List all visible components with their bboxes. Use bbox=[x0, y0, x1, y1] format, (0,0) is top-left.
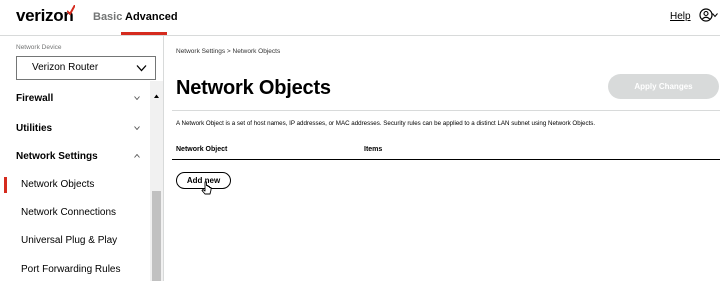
logo-check-icon bbox=[67, 5, 75, 15]
sidebar: Network Device Verizon Router Firewall U… bbox=[0, 36, 163, 281]
breadcrumb[interactable]: Network Settings > Network Objects bbox=[176, 48, 280, 55]
device-select-value: Verizon Router bbox=[32, 62, 99, 73]
divider bbox=[172, 110, 720, 111]
table-header-divider bbox=[172, 159, 720, 160]
tab-advanced[interactable]: Advanced bbox=[125, 11, 178, 23]
chevron-down-icon bbox=[136, 65, 147, 72]
chevron-up-icon[interactable] bbox=[134, 154, 140, 158]
column-header-items: Items bbox=[364, 146, 383, 153]
sidebar-divider bbox=[163, 36, 164, 281]
scrollbar-thumb[interactable] bbox=[152, 191, 161, 281]
chevron-down-icon[interactable] bbox=[134, 126, 140, 130]
verizon-logo[interactable]: verizon bbox=[16, 6, 74, 26]
help-link[interactable]: Help bbox=[670, 11, 691, 22]
chevron-down-icon[interactable] bbox=[712, 12, 718, 18]
chevron-down-icon[interactable] bbox=[134, 96, 140, 100]
active-item-indicator bbox=[4, 177, 7, 193]
sidebar-item-firewall[interactable]: Firewall bbox=[16, 93, 53, 104]
mouse-pointer-icon bbox=[201, 181, 212, 195]
sidebar-item-universal-plug-play[interactable]: Universal Plug & Play bbox=[21, 235, 117, 246]
sidebar-item-network-connections[interactable]: Network Connections bbox=[21, 207, 116, 218]
network-device-label: Network Device bbox=[16, 44, 62, 51]
column-header-network-object: Network Object bbox=[176, 146, 228, 153]
page-title: Network Objects bbox=[176, 77, 331, 99]
sidebar-item-network-objects[interactable]: Network Objects bbox=[21, 179, 94, 190]
top-header: verizon Basic Advanced Help bbox=[0, 0, 720, 36]
scroll-up-arrow-icon[interactable] bbox=[150, 91, 163, 101]
page-description: A Network Object is a set of host names,… bbox=[176, 120, 596, 127]
sidebar-item-network-settings[interactable]: Network Settings bbox=[16, 151, 98, 162]
user-circle-icon[interactable] bbox=[699, 8, 713, 22]
sidebar-item-utilities[interactable]: Utilities bbox=[16, 123, 52, 134]
sidebar-item-port-forwarding-rules[interactable]: Port Forwarding Rules bbox=[21, 264, 120, 275]
network-device-select[interactable]: Verizon Router bbox=[16, 56, 156, 80]
tab-basic[interactable]: Basic bbox=[93, 11, 122, 23]
apply-changes-button[interactable]: Apply Changes bbox=[608, 74, 719, 99]
